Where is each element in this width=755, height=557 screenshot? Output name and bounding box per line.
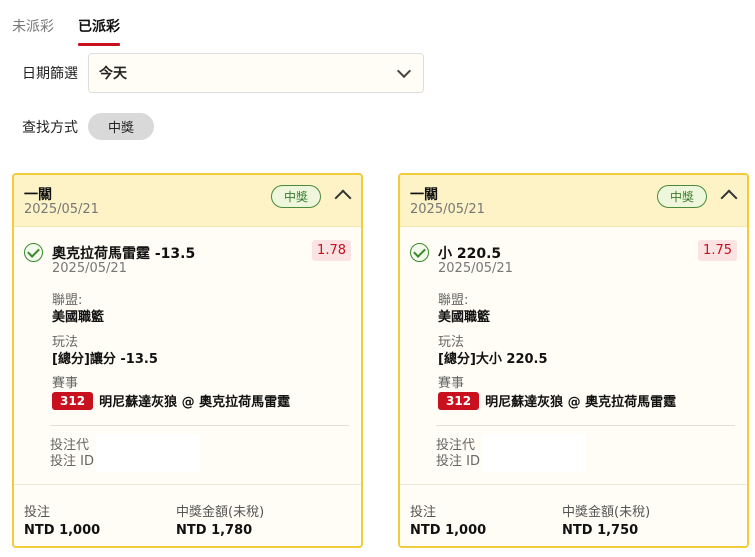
odds-badge: 1.75 [698, 240, 737, 261]
event-label: 賽事 [438, 376, 465, 391]
stake-label: 投注 [24, 505, 51, 520]
date-filter-value: 今天 [99, 66, 127, 82]
event-row: 312 明尼蘇達灰狼 @ 奧克拉荷馬雷霆 [438, 391, 676, 410]
payout-value: NTD 1,750 [562, 523, 639, 538]
stake-value: NTD 1,000 [410, 523, 487, 538]
agent-label: 投注代 [436, 438, 476, 453]
selection-name: 小 220.5 [438, 246, 502, 262]
league-value: 美國職籃 [438, 310, 491, 325]
event-number-badge: 312 [52, 391, 94, 410]
bet-card-header[interactable]: 一關 2025/05/21 中獎 [14, 175, 361, 227]
event-name: 明尼蘇達灰狼 @ 奧克拉荷馬雷霆 [485, 395, 677, 410]
redacted-info [96, 434, 200, 472]
selection-date: 2025/05/21 [52, 261, 127, 276]
date-filter-select[interactable]: 今天 [88, 53, 424, 93]
search-method-win-pill[interactable]: 中獎 [88, 113, 155, 140]
play-value: [總分]大小 220.5 [438, 352, 548, 367]
bet-meta: 投注代 投注 ID [50, 438, 94, 470]
bet-details: 奧克拉荷馬雷霆 -13.5 2025/05/21 1.78 聯盟: 美國職籃 玩… [14, 227, 361, 485]
event-label: 賽事 [52, 376, 79, 391]
stake-col: 投注 NTD 1,000 [24, 501, 100, 538]
chevron-up-icon[interactable] [334, 189, 352, 207]
bet-card-header[interactable]: 一關 2025/05/21 中獎 [400, 175, 747, 227]
payout-value: NTD 1,780 [176, 523, 253, 538]
selection-date: 2025/05/21 [438, 261, 513, 276]
status-badge: 中獎 [270, 185, 321, 208]
selection-name: 奧克拉荷馬雷霆 -13.5 [52, 246, 196, 262]
agent-label: 投注代 [50, 438, 90, 453]
stake-label: 投注 [410, 505, 437, 520]
bet-date: 2025/05/21 [410, 202, 485, 217]
chevron-down-icon [396, 63, 412, 78]
search-method-row: 查找方式 中獎 [22, 113, 155, 140]
tab-unsettled[interactable]: 未派彩 [12, 16, 54, 42]
tab-settled[interactable]: 已派彩 [78, 16, 120, 46]
payout-col: 中獎金額(未稅) NTD 1,750 [562, 501, 650, 538]
play-value: [總分]讓分 -13.5 [52, 352, 158, 367]
bet-card-footer: 投注 NTD 1,000 中獎金額(未稅) NTD 1,750 [400, 484, 747, 546]
date-filter-row: 日期篩選 今天 [22, 53, 424, 93]
divider [436, 425, 735, 426]
odds-badge: 1.78 [312, 240, 351, 261]
bet-card-footer: 投注 NTD 1,000 中獎金額(未稅) NTD 1,780 [14, 484, 361, 546]
payout-label: 中獎金額(未稅) [176, 505, 265, 520]
payout-tabs: 未派彩 已派彩 [12, 16, 120, 46]
redacted-info [482, 434, 586, 472]
event-row: 312 明尼蘇達灰狼 @ 奧克拉荷馬雷霆 [52, 391, 290, 410]
bet-details: 小 220.5 2025/05/21 1.75 聯盟: 美國職籃 玩法 [總分]… [400, 227, 747, 485]
bet-card: 一關 2025/05/21 中獎 小 220.5 2025/05/21 1.75… [398, 173, 749, 548]
stake-value: NTD 1,000 [24, 523, 101, 538]
bet-id-label: 投注 ID [436, 454, 480, 469]
event-number-badge: 312 [438, 391, 480, 410]
bet-id-label: 投注 ID [50, 454, 94, 469]
bet-type-title: 一關 [24, 187, 52, 203]
bet-card: 一關 2025/05/21 中獎 奧克拉荷馬雷霆 -13.5 2025/05/2… [12, 173, 363, 548]
payout-label: 中獎金額(未稅) [562, 505, 651, 520]
payout-col: 中獎金額(未稅) NTD 1,780 [176, 501, 264, 538]
bet-meta: 投注代 投注 ID [436, 438, 480, 470]
league-value: 美國職籃 [52, 310, 105, 325]
bet-type-title: 一關 [410, 187, 438, 203]
search-method-label: 查找方式 [22, 119, 78, 136]
bet-date: 2025/05/21 [24, 202, 99, 217]
status-badge: 中獎 [656, 185, 707, 208]
event-name: 明尼蘇達灰狼 @ 奧克拉荷馬雷霆 [99, 395, 291, 410]
check-circle-icon [410, 243, 429, 262]
stake-col: 投注 NTD 1,000 [410, 501, 486, 538]
chevron-up-icon[interactable] [720, 189, 738, 207]
check-circle-icon [24, 243, 43, 262]
date-filter-label: 日期篩選 [22, 66, 78, 82]
divider [50, 425, 349, 426]
